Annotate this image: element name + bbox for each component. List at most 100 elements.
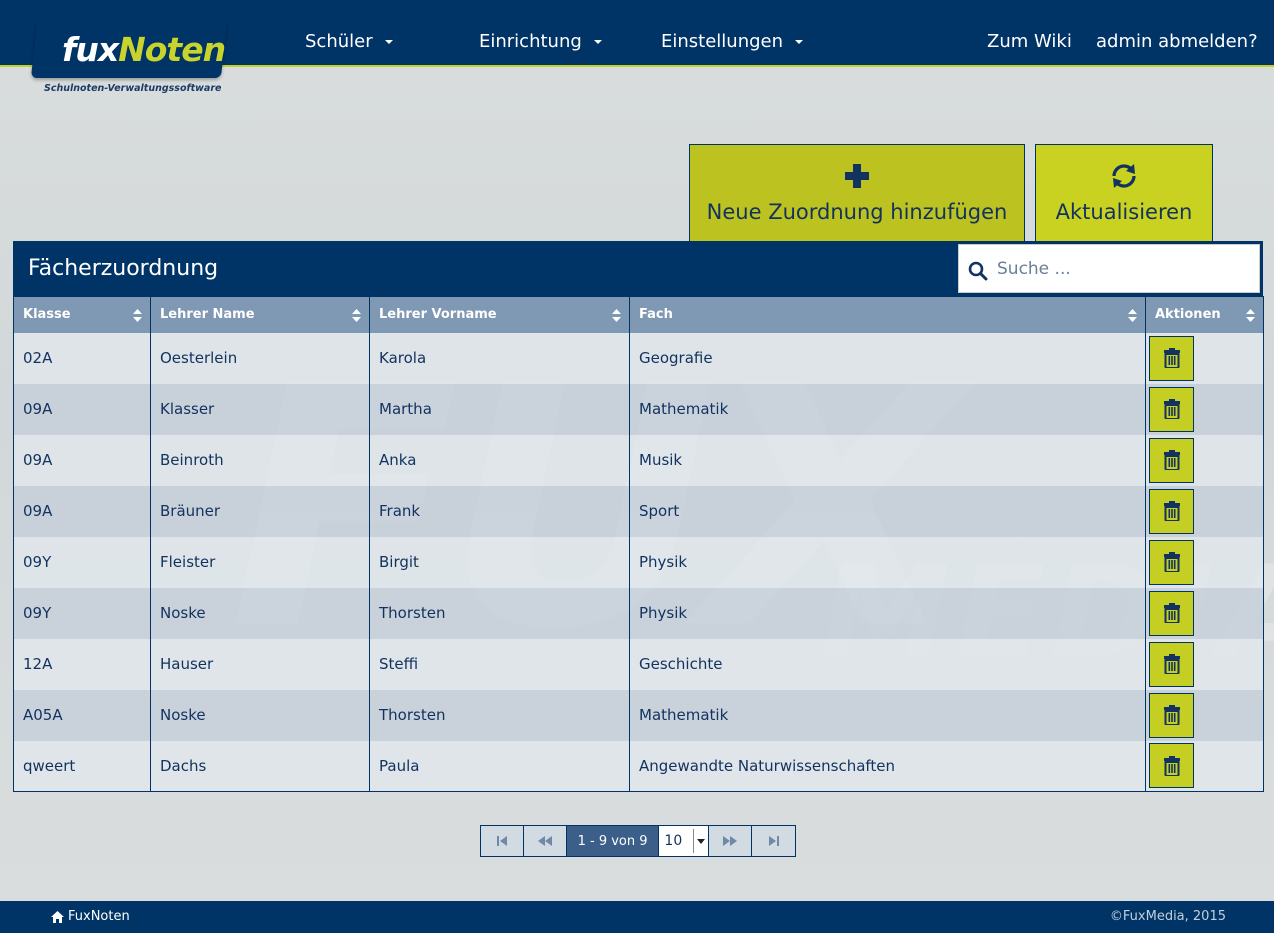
table-body: 02A Oesterlein Karola Geografie 09A Klasser Ma…	[13, 332, 1264, 792]
next-page-button[interactable]	[709, 826, 753, 856]
sort-icon	[133, 309, 142, 322]
assignment-table: Klasse Lehrer Name Lehrer Vorname Fach A…	[13, 296, 1264, 792]
last-page-icon	[768, 836, 779, 846]
cell-lehrer-vorname: Paula	[369, 740, 630, 792]
last-page-button[interactable]	[752, 826, 795, 856]
column-header-label: Lehrer Vorname	[379, 307, 497, 323]
column-header-lehrer-name[interactable]: Lehrer Name	[150, 296, 370, 333]
table-row: 02A Oesterlein Karola Geografie	[13, 332, 1264, 384]
page-size-select[interactable]: 10	[659, 826, 710, 856]
trash-icon	[1163, 399, 1180, 419]
column-header-lehrer-vorname[interactable]: Lehrer Vorname	[369, 296, 630, 333]
trash-icon	[1163, 603, 1180, 623]
nav-schueler-label: Schüler	[305, 31, 373, 52]
cell-aktionen	[1145, 434, 1264, 486]
cell-aktionen	[1145, 332, 1264, 384]
trash-icon	[1163, 755, 1180, 776]
table-row: 12A Hauser Steffi Geschichte	[13, 638, 1264, 690]
table-row: A05A Noske Thorsten Mathematik	[13, 689, 1264, 741]
prev-page-button[interactable]	[523, 826, 567, 856]
footer: FuxNoten ©FuxMedia, 2015	[0, 901, 1274, 933]
column-header-label: Fach	[639, 307, 673, 323]
delete-button[interactable]	[1149, 335, 1194, 381]
cell-fach: Geschichte	[629, 638, 1146, 690]
table-row: qweert Dachs Paula Angewandte Naturwissensc…	[13, 740, 1264, 792]
nav-einrichtung[interactable]: Einrichtung	[479, 30, 602, 54]
delete-button[interactable]	[1149, 743, 1194, 789]
column-header-label: Klasse	[23, 307, 71, 323]
plus-icon	[845, 164, 869, 188]
delete-button[interactable]	[1149, 590, 1194, 636]
search-input[interactable]	[997, 255, 1247, 283]
first-page-button[interactable]	[481, 826, 524, 856]
sort-icon	[612, 309, 621, 322]
refresh-icon	[1112, 164, 1136, 188]
table-row: 09Y Fleister Birgit Physik	[13, 536, 1264, 588]
cell-fach: Sport	[629, 485, 1146, 537]
cell-lehrer-vorname: Martha	[369, 383, 630, 435]
delete-button[interactable]	[1149, 437, 1194, 483]
cell-klasse: 02A	[13, 332, 151, 384]
dropdown-arrow-icon	[693, 829, 708, 853]
cell-klasse: A05A	[13, 689, 151, 741]
cell-klasse: 09A	[13, 383, 151, 435]
column-header-label: Aktionen	[1155, 307, 1221, 323]
cell-aktionen	[1145, 485, 1264, 537]
cell-fach: Geografie	[629, 332, 1146, 384]
cell-lehrer-name: Fleister	[150, 536, 370, 588]
trash-icon	[1163, 450, 1180, 470]
delete-button[interactable]	[1149, 539, 1194, 585]
nav-wiki-link[interactable]: Zum Wiki	[987, 30, 1072, 54]
pagination: 1 - 9 von 9 10	[480, 825, 796, 857]
delete-button[interactable]	[1149, 386, 1194, 432]
cell-lehrer-name: Hauser	[150, 638, 370, 690]
delete-button[interactable]	[1149, 692, 1194, 738]
nav-einstellungen-label: Einstellungen	[661, 31, 784, 52]
table-row: 09Y Noske Thorsten Physik	[13, 587, 1264, 639]
cell-klasse: 09Y	[13, 536, 151, 588]
cell-aktionen	[1145, 587, 1264, 639]
add-assignment-button[interactable]: Neue Zuordnung hinzufügen	[689, 144, 1025, 241]
search-box[interactable]	[958, 244, 1260, 293]
sort-icon	[352, 309, 361, 322]
cell-fach: Physik	[629, 536, 1146, 588]
nav-logout-link[interactable]: admin abmelden?	[1096, 30, 1258, 54]
trash-icon	[1163, 705, 1180, 725]
cell-klasse: 09A	[13, 434, 151, 486]
cell-aktionen	[1145, 740, 1264, 792]
cell-lehrer-name: Bräuner	[150, 485, 370, 537]
nav-einstellungen[interactable]: Einstellungen	[661, 30, 804, 54]
cell-fach: Musik	[629, 434, 1146, 486]
page-info: 1 - 9 von 9	[566, 826, 660, 856]
prev-page-icon	[537, 836, 552, 846]
trash-icon	[1163, 501, 1180, 521]
panel-title: Fächerzuordnung	[28, 256, 219, 281]
cell-fach: Mathematik	[629, 383, 1146, 435]
cell-aktionen	[1145, 689, 1264, 741]
cell-lehrer-vorname: Thorsten	[369, 689, 630, 741]
refresh-button[interactable]: Aktualisieren	[1035, 144, 1213, 241]
logo[interactable]: fuxNoten	[62, 30, 226, 70]
cell-aktionen	[1145, 638, 1264, 690]
cell-aktionen	[1145, 536, 1264, 588]
footer-home-label: FuxNoten	[68, 909, 130, 924]
cell-lehrer-vorname: Frank	[369, 485, 630, 537]
sort-icon	[1128, 309, 1137, 322]
table-row: 09A Klasser Martha Mathematik	[13, 383, 1264, 435]
footer-copyright: ©FuxMedia, 2015	[1109, 909, 1226, 924]
column-header-aktionen[interactable]: Aktionen	[1145, 296, 1264, 333]
nav-einrichtung-label: Einrichtung	[479, 31, 582, 52]
column-header-fach[interactable]: Fach	[629, 296, 1146, 333]
add-assignment-label: Neue Zuordnung hinzufügen	[706, 200, 1008, 224]
cell-lehrer-vorname: Anka	[369, 434, 630, 486]
nav-schueler[interactable]: Schüler	[305, 30, 393, 54]
delete-button[interactable]	[1149, 641, 1194, 687]
table-row: 09A Bräuner Frank Sport	[13, 485, 1264, 537]
column-header-klasse[interactable]: Klasse	[13, 296, 151, 333]
cell-klasse: qweert	[13, 740, 151, 792]
logo-tagline: Schulnoten-Verwaltungssoftware	[44, 83, 222, 94]
column-header-label: Lehrer Name	[160, 307, 255, 323]
footer-home-link[interactable]: FuxNoten	[51, 909, 130, 924]
cell-fach: Mathematik	[629, 689, 1146, 741]
delete-button[interactable]	[1149, 488, 1194, 534]
